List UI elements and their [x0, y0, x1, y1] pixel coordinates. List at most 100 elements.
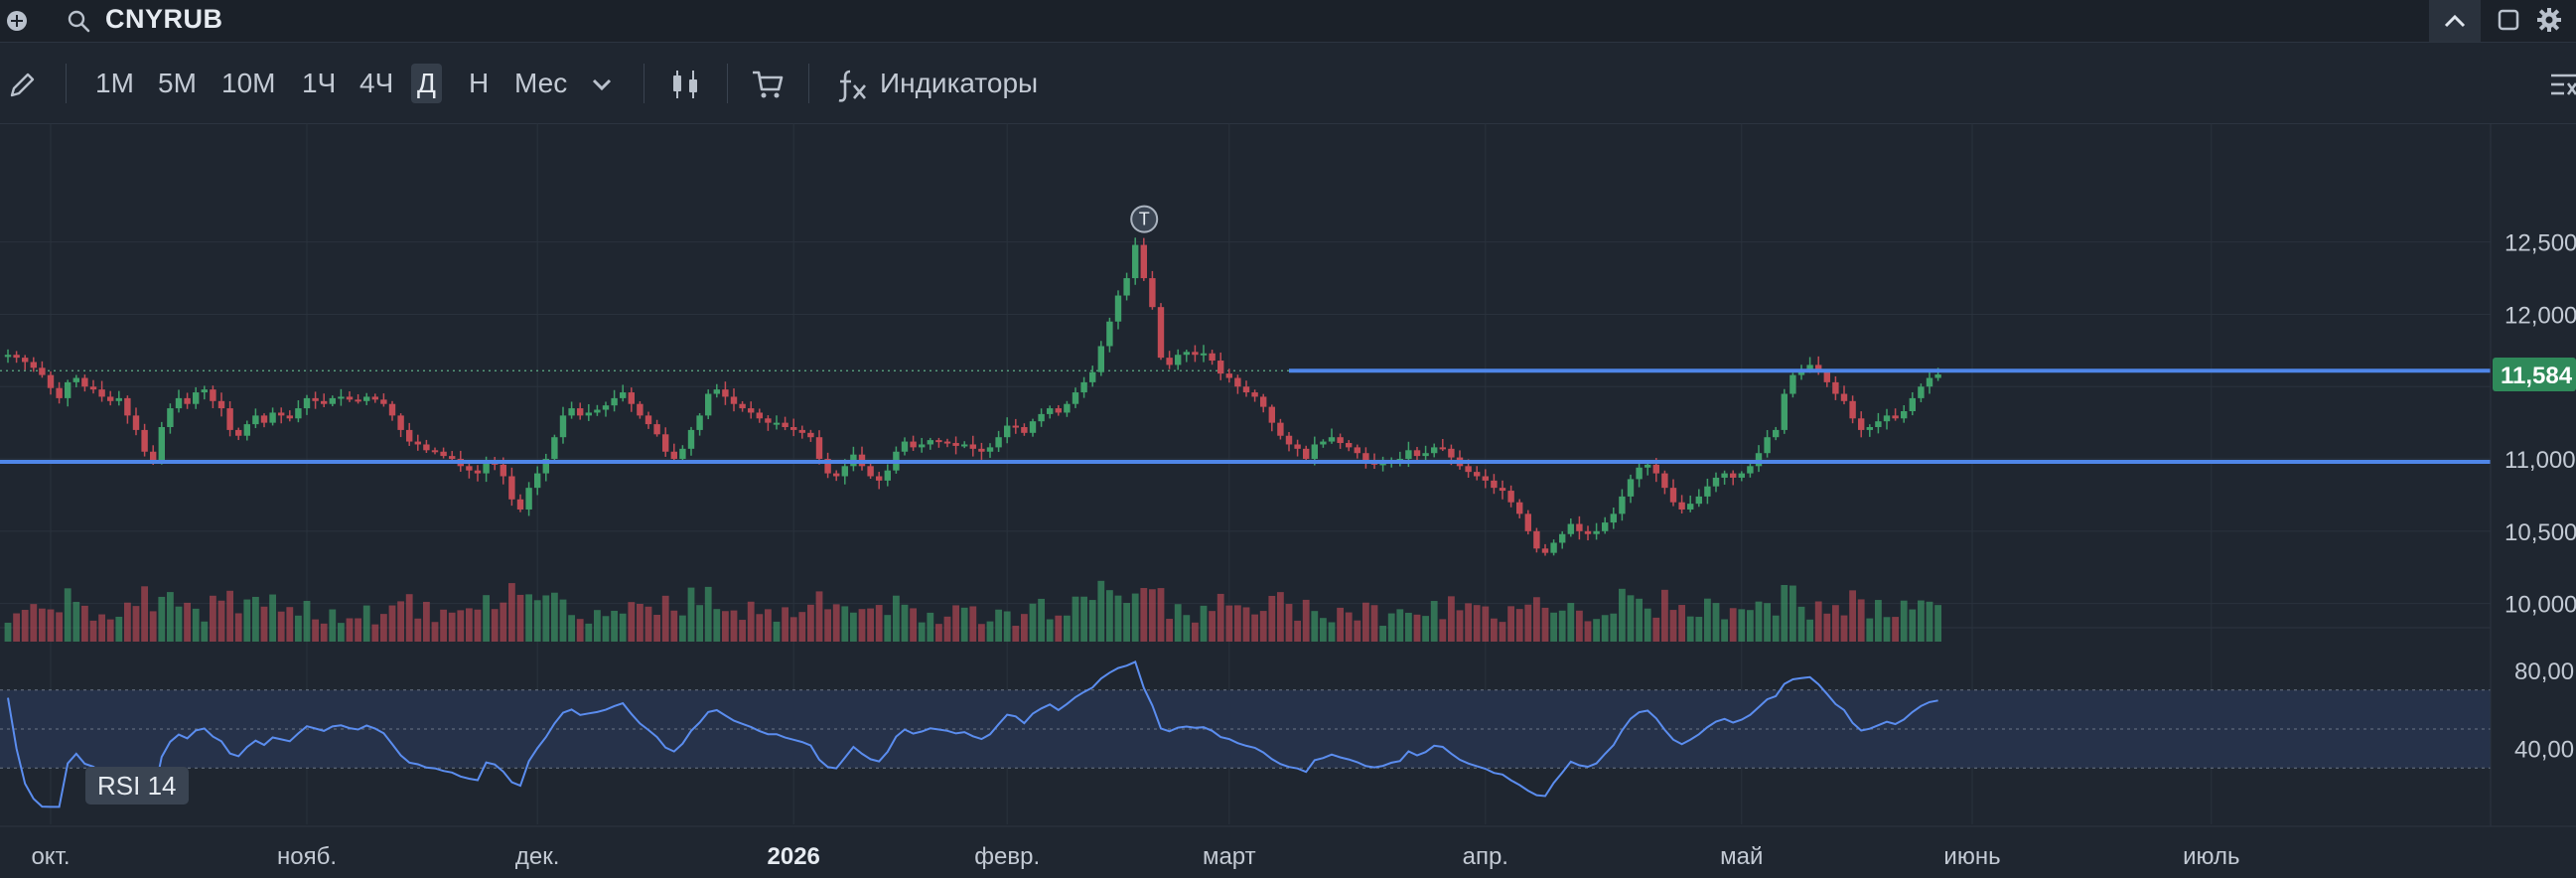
- candle: [653, 424, 660, 435]
- volume-bar: [124, 602, 131, 642]
- volume-bar: [423, 601, 430, 642]
- volume-bar: [1131, 593, 1139, 642]
- candle: [1012, 425, 1019, 428]
- volume-bar: [1747, 610, 1754, 642]
- volume-bar: [1857, 599, 1865, 642]
- candle: [594, 409, 601, 413]
- volume-bar: [602, 616, 610, 642]
- toolbar-divider: [808, 64, 809, 103]
- volume-bar: [243, 599, 251, 642]
- volume-bar: [1866, 618, 1874, 642]
- timeframe-month[interactable]: Мес: [514, 64, 567, 103]
- collapse-button[interactable]: [2429, 0, 2481, 42]
- volume-bar: [371, 624, 379, 642]
- candle: [713, 389, 720, 394]
- volume-bar: [474, 609, 482, 642]
- timeframe-4h[interactable]: 4Ч: [359, 64, 393, 103]
- price-axis[interactable]: 12,500 12,000 11,000 10,500 10,000: [2504, 230, 2576, 619]
- candle: [1354, 447, 1360, 454]
- candle: [1097, 346, 1104, 372]
- volume-bar: [184, 602, 191, 642]
- timeframe-week[interactable]: Н: [469, 64, 489, 103]
- volume-bar: [1114, 595, 1122, 642]
- price-tick-label: 10,500: [2504, 519, 2576, 546]
- pencil-icon[interactable]: [8, 70, 38, 99]
- volume-bar: [1558, 610, 1566, 642]
- volume-bar: [1669, 610, 1677, 642]
- volume-bar: [1636, 598, 1643, 642]
- trade-marker[interactable]: T: [1130, 205, 1159, 233]
- volume-bar: [585, 623, 593, 642]
- toolbar-divider: [727, 64, 728, 103]
- candle: [577, 408, 584, 416]
- price-chart[interactable]: T 12,500 12,000 11,000 10,500 10,000 80,00 40…: [0, 123, 2576, 878]
- candle: [1448, 448, 1455, 458]
- timeframe-day[interactable]: Д: [411, 64, 442, 103]
- candle: [1089, 371, 1096, 382]
- volume-bar: [824, 609, 831, 642]
- candle: [551, 437, 558, 460]
- volume-bar: [1192, 622, 1199, 642]
- chevron-down-icon[interactable]: [590, 75, 614, 93]
- volume-bar: [1396, 609, 1404, 642]
- volume-bar: [1209, 611, 1216, 642]
- candle: [98, 389, 105, 397]
- volume-bar: [1806, 619, 1813, 642]
- volume-bar: [670, 610, 678, 642]
- plus-circle-icon[interactable]: [6, 10, 28, 32]
- rsi-indicator-label[interactable]: RSI 14: [85, 767, 189, 805]
- volume-bar: [483, 595, 490, 642]
- volume-bar: [875, 605, 883, 642]
- window-icon[interactable]: [2498, 9, 2519, 31]
- timeframe-1m[interactable]: 1М: [95, 64, 134, 103]
- volume-bar: [1413, 614, 1421, 642]
- candle: [1645, 464, 1651, 468]
- timeframe-5m[interactable]: 5М: [158, 64, 197, 103]
- candle: [773, 422, 781, 425]
- volume-bar: [217, 600, 225, 642]
- candle: [1610, 513, 1617, 523]
- timeframe-10m[interactable]: 10М: [221, 64, 275, 103]
- indicators-button[interactable]: Индикаторы: [880, 64, 1038, 103]
- candlestick-icon[interactable]: [671, 68, 703, 101]
- time-axis-label: июнь: [1943, 843, 2000, 870]
- candle: [919, 444, 926, 448]
- gear-icon[interactable]: [2536, 7, 2562, 33]
- candle: [1055, 408, 1062, 413]
- volume-bar: [1695, 617, 1703, 642]
- volume-bar: [1387, 613, 1395, 642]
- horizontal-levels[interactable]: [0, 368, 2491, 464]
- volume-bar: [1064, 615, 1071, 642]
- candle: [1712, 477, 1720, 487]
- timeframe-1h[interactable]: 1Ч: [302, 64, 336, 103]
- candle: [1858, 418, 1865, 430]
- volume-bar: [1405, 612, 1412, 642]
- volume-bar: [1294, 620, 1301, 642]
- symbol-input[interactable]: CNYRUB: [105, 4, 223, 35]
- candle: [1405, 450, 1412, 460]
- volume-bar: [1166, 619, 1173, 642]
- candle: [1047, 408, 1054, 414]
- search-icon[interactable]: [66, 8, 91, 34]
- candle: [1747, 466, 1754, 474]
- candle: [252, 415, 259, 425]
- volume-bar: [533, 600, 541, 642]
- fx-icon[interactable]: [836, 68, 870, 103]
- candle: [756, 412, 763, 419]
- candle: [1806, 365, 1813, 369]
- candle: [1627, 479, 1635, 497]
- time-axis[interactable]: окт. нояб. дек. 2026 февр. март апр. май июнь июл…: [31, 843, 2239, 870]
- candle: [662, 434, 669, 452]
- volume-bar: [696, 605, 703, 642]
- candle: [397, 415, 404, 430]
- cart-icon[interactable]: [751, 68, 785, 101]
- candle: [1242, 386, 1250, 393]
- candle: [312, 397, 319, 401]
- volume-bar: [431, 622, 439, 642]
- candle: [1704, 486, 1711, 497]
- panel-toggle-icon[interactable]: [2548, 70, 2576, 99]
- candle: [867, 466, 874, 477]
- volume-bar: [637, 604, 644, 642]
- volume-bar: [713, 609, 721, 642]
- volume-bar: [47, 609, 55, 642]
